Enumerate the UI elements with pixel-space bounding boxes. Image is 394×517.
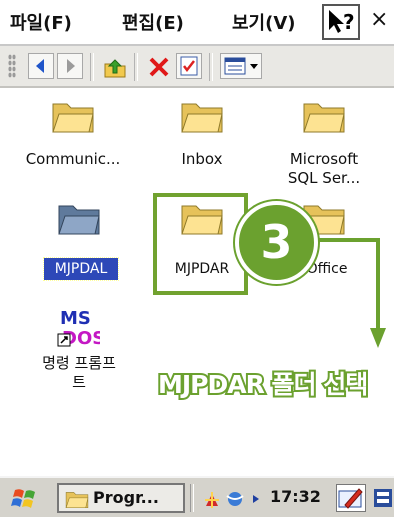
- annotation-text: MJPDAR 폴더 선택: [156, 368, 370, 401]
- item-label[interactable]: 명령 프롬프 트: [16, 354, 142, 392]
- item-label[interactable]: Inbox: [160, 150, 244, 169]
- back-button[interactable]: [28, 53, 54, 79]
- input-panel-button[interactable]: [336, 484, 366, 512]
- task-programs-label: Progr...: [93, 488, 159, 507]
- folder-icon[interactable]: [302, 98, 346, 134]
- help-cursor-icon: ?: [329, 10, 355, 34]
- delete-button[interactable]: [145, 53, 171, 79]
- step-badge: 3: [235, 201, 318, 284]
- close-button[interactable]: ×: [370, 7, 388, 32]
- tray-icons[interactable]: [203, 488, 269, 510]
- item-label-selected[interactable]: MJPDAL: [43, 257, 119, 281]
- menu-view[interactable]: 보기(V): [232, 9, 296, 35]
- pen-icon: [338, 488, 363, 509]
- back-icon: [36, 59, 44, 73]
- svg-text:MS: MS: [60, 308, 91, 329]
- ms-dos-icon[interactable]: MS DOS: [56, 304, 100, 348]
- help-button[interactable]: ?: [322, 4, 360, 40]
- toolbar: [0, 46, 394, 88]
- svg-text:?: ?: [343, 10, 355, 34]
- up-folder-icon: [104, 59, 126, 78]
- item-label[interactable]: Microsoft SQL Ser...: [268, 150, 380, 188]
- folder-icon[interactable]: [180, 98, 224, 134]
- view-menu-icon: [224, 57, 258, 75]
- menu-bar: 파일(F) 편집(E) 보기(V) ? ×: [0, 0, 394, 46]
- task-programs-button[interactable]: Progr...: [57, 483, 185, 513]
- keyboard-icon[interactable]: [372, 486, 394, 510]
- selection-highlight-box: [153, 193, 248, 295]
- properties-icon: [180, 56, 198, 76]
- forward-button[interactable]: [57, 53, 83, 79]
- clock[interactable]: 17:32: [270, 487, 321, 506]
- toolbar-grip[interactable]: [8, 54, 16, 78]
- taskbar: Progr... 17:32: [0, 476, 394, 517]
- delete-icon: [149, 57, 169, 77]
- properties-button[interactable]: [176, 53, 202, 79]
- folder-icon[interactable]: [57, 200, 101, 236]
- folder-icon[interactable]: [51, 98, 95, 134]
- up-folder-button[interactable]: [101, 53, 127, 79]
- menu-edit[interactable]: 편집(E): [122, 9, 184, 35]
- folder-icon: [65, 492, 89, 508]
- view-menu-button[interactable]: [220, 53, 262, 79]
- item-label[interactable]: Communic...: [14, 150, 132, 169]
- menu-file[interactable]: 파일(F): [10, 9, 72, 35]
- forward-icon: [67, 59, 75, 73]
- windows-start-icon[interactable]: [11, 486, 39, 510]
